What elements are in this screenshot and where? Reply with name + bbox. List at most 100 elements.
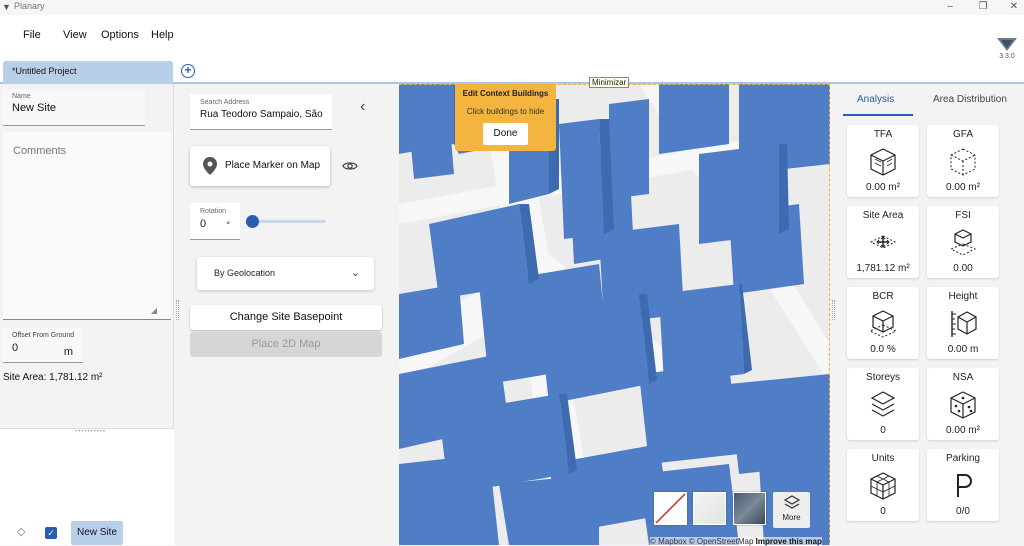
satellite-basemap-button[interactable] bbox=[733, 492, 766, 525]
metric-value: 0.00 m² bbox=[946, 425, 980, 436]
metric-label: FSI bbox=[955, 210, 971, 221]
rotation-field[interactable]: Rotation 0 ° bbox=[190, 203, 240, 240]
menu-help[interactable]: Help bbox=[151, 29, 174, 41]
no-basemap-button[interactable] bbox=[654, 492, 687, 525]
title-bar: ▼ Planary – ❐ ✕ bbox=[0, 0, 1024, 15]
popup-subtitle: Click buildings to hide bbox=[466, 107, 545, 116]
change-site-basepoint-button[interactable]: Change Site Basepoint bbox=[190, 305, 382, 330]
metric-label: GFA bbox=[952, 129, 973, 140]
map-pin-icon bbox=[203, 157, 217, 178]
metric-card-bcr[interactable]: BCR 0.0 % bbox=[847, 287, 919, 359]
site-chip-new-site[interactable]: New Site bbox=[71, 521, 123, 545]
app-logo-icon: ▼ bbox=[2, 2, 11, 12]
comments-placeholder: Comments bbox=[13, 145, 67, 157]
panel-splitter-grip[interactable]: •••••••••• bbox=[75, 429, 106, 435]
metric-label: TFA bbox=[873, 129, 893, 140]
search-address-label: Search Address bbox=[200, 99, 250, 106]
search-address-value[interactable]: Rua Teodoro Sampaio, São bbox=[200, 109, 323, 120]
more-label: More bbox=[782, 513, 801, 522]
metric-value: 0.00 m bbox=[947, 344, 979, 355]
location-panel: Search Address Rua Teodoro Sampaio, São … bbox=[180, 84, 395, 545]
rotation-label: Rotation bbox=[200, 208, 227, 215]
active-tab-indicator bbox=[843, 114, 913, 116]
minimize-tooltip: Minimizar bbox=[589, 77, 630, 88]
streets-basemap-button[interactable] bbox=[693, 492, 726, 525]
menu-file[interactable]: File bbox=[23, 29, 41, 41]
rotation-slider-track[interactable] bbox=[252, 220, 326, 223]
metric-card-gfa[interactable]: GFA 0.00 m² bbox=[927, 125, 999, 197]
right-panel-splitter[interactable] bbox=[832, 300, 835, 320]
resize-handle-icon[interactable]: ◢ bbox=[151, 306, 157, 315]
storeys-icon bbox=[847, 390, 919, 418]
metric-card-tfa[interactable]: TFA 0.00 m² bbox=[847, 125, 919, 197]
menu-view[interactable]: View bbox=[63, 29, 87, 41]
bcr-icon bbox=[847, 309, 919, 338]
app-title: Planary bbox=[14, 1, 45, 11]
no-basemap-icon bbox=[655, 493, 686, 524]
context-buildings-3d[interactable] bbox=[399, 84, 830, 545]
metric-label: Site Area bbox=[862, 210, 904, 221]
cube-dashed-icon bbox=[927, 147, 999, 176]
metric-card-height[interactable]: Height 0.00 m bbox=[927, 287, 999, 359]
cube-solid-icon bbox=[847, 147, 919, 176]
metric-value: 0.00 m² bbox=[946, 182, 980, 193]
chevron-down-icon: ⌄ bbox=[350, 267, 360, 279]
rotation-slider-thumb[interactable] bbox=[246, 215, 259, 228]
close-window-button[interactable]: ✕ bbox=[1004, 0, 1024, 15]
left-panel-splitter[interactable] bbox=[176, 300, 179, 320]
site-name-value[interactable]: New Site bbox=[12, 102, 136, 114]
minimize-window-button[interactable]: – bbox=[940, 0, 960, 15]
nsa-icon bbox=[927, 390, 999, 419]
metric-card-units[interactable]: Units 0 bbox=[847, 449, 919, 521]
tab-untitled-project[interactable]: *Untitled Project bbox=[3, 61, 173, 84]
eye-icon[interactable] bbox=[342, 160, 358, 175]
offset-from-ground-field[interactable]: Offset From Ground 0 m bbox=[3, 328, 83, 363]
comments-field[interactable]: Comments ◢ bbox=[3, 132, 171, 320]
search-address-field[interactable]: Search Address Rua Teodoro Sampaio, São bbox=[190, 94, 332, 130]
site-area-icon bbox=[847, 228, 919, 256]
rotation-unit: ° bbox=[226, 220, 230, 230]
metric-value: 1,781.12 m² bbox=[856, 263, 910, 274]
restore-window-button[interactable]: ❐ bbox=[973, 0, 993, 15]
menu-bar: File View Options Help 3.3.0 bbox=[0, 15, 1024, 60]
metric-card-nsa[interactable]: NSA 0.00 m² bbox=[927, 368, 999, 440]
tab-area-distribution[interactable]: Area Distribution bbox=[933, 94, 1007, 105]
metric-value: 0.00 m² bbox=[866, 182, 900, 193]
offset-unit: m bbox=[63, 346, 73, 358]
edit-context-buildings-popup: Edit Context Buildings Click buildings t… bbox=[455, 84, 556, 151]
metric-label: Height bbox=[948, 291, 978, 302]
map-view[interactable] bbox=[399, 84, 830, 545]
metric-card-fsi[interactable]: FSI 0.00 bbox=[927, 206, 999, 278]
layers-icon bbox=[783, 495, 800, 509]
parking-icon bbox=[927, 471, 999, 499]
site-name-field[interactable]: Name New Site bbox=[3, 89, 145, 126]
metric-label: Units bbox=[871, 453, 895, 464]
offset-label: Offset From Ground bbox=[12, 332, 75, 339]
menu-options[interactable]: Options bbox=[101, 29, 139, 41]
metric-card-parking[interactable]: Parking 0/0 bbox=[927, 449, 999, 521]
done-button[interactable]: Done bbox=[483, 123, 528, 145]
site-list: •••••••••• ◇ ✓ New Site bbox=[0, 428, 174, 545]
fsi-icon bbox=[927, 228, 999, 256]
place-2d-map-button[interactable]: Place 2D Map bbox=[190, 332, 382, 357]
geolocation-select[interactable]: By Geolocation ⌄ bbox=[197, 257, 374, 290]
metric-value: 0.00 bbox=[953, 263, 973, 274]
site-area-readout: Site Area: 1,781.12 m² bbox=[3, 372, 103, 383]
geolocation-select-value: By Geolocation bbox=[214, 268, 276, 278]
site-visibility-checkbox[interactable]: ✓ bbox=[45, 527, 57, 539]
site-name-label: Name bbox=[12, 93, 31, 100]
site-outline-icon: ◇ bbox=[17, 526, 26, 538]
analysis-panel: Analysis Area Distribution TFA 0.00 m² GFA… bbox=[837, 84, 1024, 545]
metric-value: 0 bbox=[880, 506, 886, 517]
metric-card-site-area[interactable]: Site Area 1,781.12 m² bbox=[847, 206, 919, 278]
chevron-left-icon[interactable]: ‹ bbox=[360, 98, 365, 116]
metric-value: 0 bbox=[880, 425, 886, 436]
tab-analysis[interactable]: Analysis bbox=[857, 94, 894, 105]
metric-label: Parking bbox=[946, 453, 980, 464]
more-layers-button[interactable]: More bbox=[773, 492, 810, 528]
add-tab-icon[interactable]: + bbox=[181, 64, 195, 78]
place-marker-button[interactable]: Place Marker on Map bbox=[190, 146, 330, 186]
metric-card-storeys[interactable]: Storeys 0 bbox=[847, 368, 919, 440]
metric-value: 0/0 bbox=[956, 506, 970, 517]
metric-label: Storeys bbox=[866, 372, 900, 383]
